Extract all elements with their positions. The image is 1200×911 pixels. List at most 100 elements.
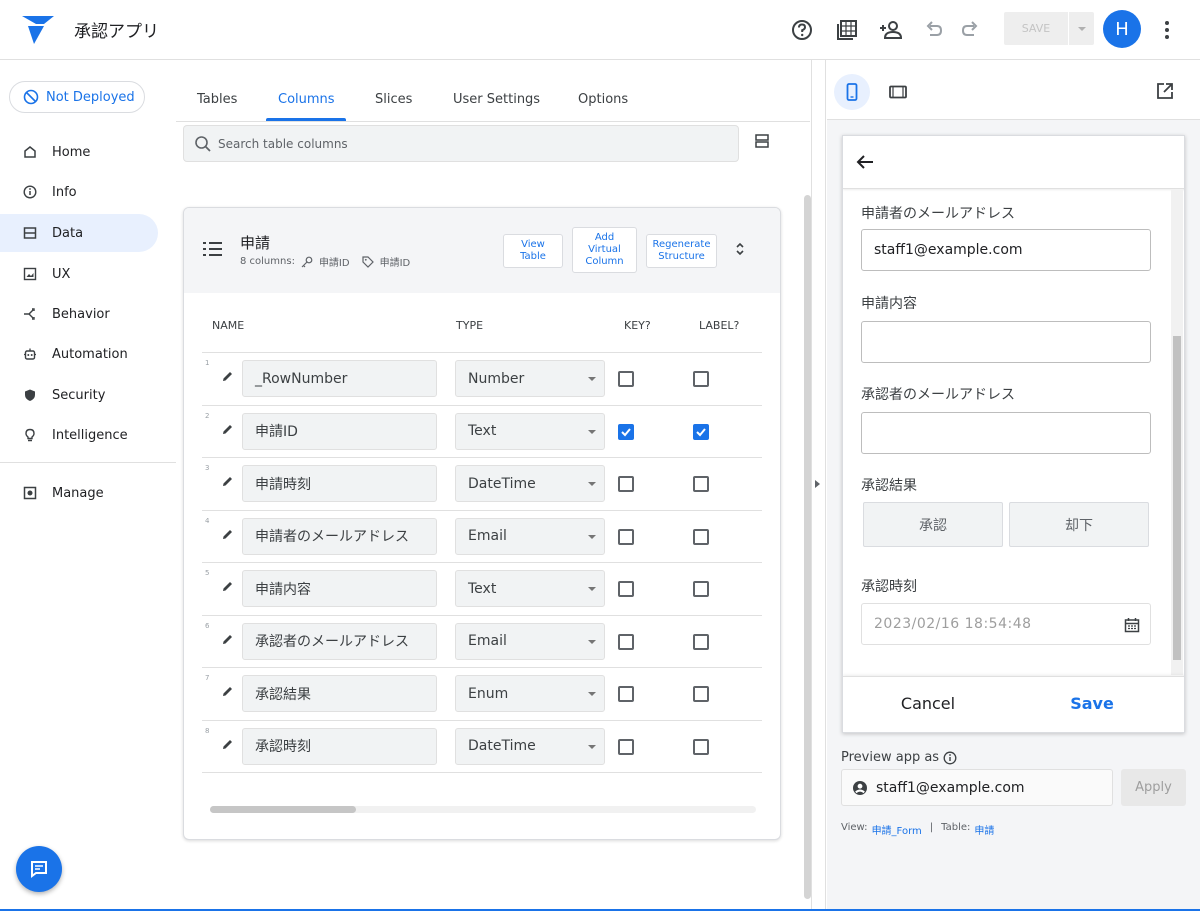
approval-time-field[interactable]: 2023/02/16 18:54:48 — [861, 603, 1151, 645]
avatar[interactable]: H — [1103, 10, 1141, 48]
column-type-select[interactable]: DateTime — [455, 465, 605, 502]
nav-item-behavior[interactable]: Behavior — [0, 295, 158, 333]
apply-button[interactable]: Apply — [1121, 769, 1186, 806]
column-name-field[interactable]: 申請ID — [242, 412, 437, 450]
key-checkbox[interactable] — [618, 528, 634, 545]
nav-item-manage[interactable]: Manage — [0, 474, 158, 512]
reject-option-button[interactable]: 却下 — [1009, 502, 1149, 547]
deploy-status-chip[interactable]: Not Deployed — [9, 81, 145, 113]
label-checkbox[interactable] — [693, 633, 709, 650]
caret-down-icon — [588, 744, 596, 749]
key-checkbox[interactable] — [618, 581, 634, 597]
column-name-field[interactable]: 申請時刻 — [242, 465, 437, 502]
column-name-field[interactable]: 承認時刻 — [242, 727, 437, 765]
search-input[interactable] — [218, 136, 698, 151]
key-checkbox[interactable] — [618, 738, 634, 755]
key-checkbox[interactable] — [618, 423, 634, 440]
editor-tables-icon[interactable] — [833, 16, 861, 44]
regenerate-structure-button[interactable]: Regenerate Structure — [646, 234, 717, 268]
back-arrow-icon[interactable] — [855, 152, 875, 172]
column-name-field[interactable]: 承認結果 — [242, 675, 437, 712]
calendar-icon[interactable] — [1124, 617, 1140, 633]
label-checkbox[interactable] — [693, 738, 709, 755]
edit-pencil-icon[interactable] — [221, 580, 234, 593]
form-scrollbar-thumb[interactable] — [1173, 336, 1181, 660]
form-save-button[interactable]: Save — [1047, 694, 1137, 713]
column-name-field[interactable]: _RowNumber — [242, 360, 437, 397]
column-type-select[interactable]: Number — [455, 360, 605, 397]
open-in-new-icon[interactable] — [1156, 82, 1174, 100]
table-summary: 8 columns: 申請ID 申請ID — [240, 254, 410, 269]
column-type-select[interactable]: Email — [455, 517, 605, 555]
edit-pencil-icon[interactable] — [221, 738, 234, 751]
edit-pencil-icon[interactable] — [221, 633, 234, 646]
preview-user-field[interactable]: staff1@example.com — [841, 769, 1113, 806]
edit-pencil-icon[interactable] — [221, 528, 234, 541]
nav-item-automation[interactable]: Automation — [0, 335, 158, 373]
nav-item-intelligence[interactable]: Intelligence — [0, 416, 158, 454]
tablet-view-button[interactable] — [880, 74, 916, 110]
column-name-field[interactable]: 申請者のメールアドレス — [242, 517, 437, 555]
tab-user-settings[interactable]: User Settings — [453, 92, 540, 107]
column-type-select[interactable]: Enum — [455, 675, 605, 712]
collapse-arrow-icon[interactable] — [815, 480, 820, 488]
view-name-link[interactable]: 申請_Form — [872, 822, 922, 837]
add-user-icon[interactable] — [877, 16, 905, 44]
column-type-select[interactable]: Email — [455, 622, 605, 660]
label-checkbox[interactable] — [693, 686, 709, 702]
nav-item-data[interactable]: Data — [0, 214, 158, 252]
approver-email-field[interactable] — [861, 412, 1151, 454]
label-checkbox[interactable] — [693, 528, 709, 545]
redo-icon[interactable] — [956, 16, 984, 44]
save-button[interactable]: SAVE — [1004, 12, 1068, 45]
save-dropdown-button[interactable] — [1069, 12, 1094, 45]
edit-pencil-icon[interactable] — [221, 475, 234, 488]
key-checkbox[interactable] — [618, 633, 634, 650]
appsheet-logo-icon[interactable] — [22, 16, 54, 44]
label-checkbox[interactable] — [693, 476, 709, 492]
column-type-select[interactable]: Text — [455, 570, 605, 607]
more-vert-icon[interactable] — [1153, 16, 1181, 44]
undo-icon[interactable] — [920, 16, 948, 44]
applicant-email-field[interactable]: staff1@example.com — [861, 229, 1151, 271]
label-checkbox[interactable] — [693, 581, 709, 597]
label-checkbox[interactable] — [693, 371, 709, 387]
approve-option-button[interactable]: 承認 — [863, 502, 1003, 547]
edit-pencil-icon[interactable] — [221, 685, 234, 698]
view-table-button[interactable]: View Table — [503, 234, 563, 268]
help-icon[interactable] — [788, 16, 816, 44]
tab-options[interactable]: Options — [578, 92, 628, 107]
nav-item-security[interactable]: Security — [0, 376, 158, 414]
label-checkbox[interactable] — [693, 423, 709, 440]
main-scrollbar[interactable] — [804, 195, 811, 899]
column-name-field[interactable]: 承認者のメールアドレス — [242, 622, 437, 660]
table-name-link[interactable]: 申請 — [974, 822, 994, 837]
edit-pencil-icon[interactable] — [221, 423, 234, 436]
table-row: 5 申請内容 Text — [202, 562, 762, 614]
expand-collapse-icon[interactable] — [735, 242, 745, 256]
key-checkbox[interactable] — [618, 686, 634, 702]
tab-columns[interactable]: Columns — [278, 92, 335, 107]
edit-pencil-icon[interactable] — [221, 370, 234, 383]
nav-item-info[interactable]: Info — [0, 173, 158, 211]
info-icon[interactable] — [943, 751, 957, 765]
tab-tables[interactable]: Tables — [197, 92, 237, 107]
chat-button[interactable] — [16, 846, 62, 892]
request-content-field[interactable] — [861, 321, 1151, 363]
nav-item-home[interactable]: Home — [0, 133, 158, 171]
horizontal-scrollbar-thumb[interactable] — [210, 806, 356, 813]
preview-as-label: Preview app as — [841, 750, 957, 765]
column-type-select[interactable]: DateTime — [455, 727, 605, 765]
column-name-field[interactable]: 申請内容 — [242, 570, 437, 607]
phone-view-button[interactable] — [834, 74, 870, 110]
key-checkbox[interactable] — [618, 371, 634, 387]
view-toggle-icon[interactable] — [754, 133, 770, 149]
add-virtual-column-button[interactable]: Add Virtual Column — [572, 227, 637, 273]
column-type-select[interactable]: Text — [455, 412, 605, 450]
cancel-button[interactable]: Cancel — [883, 694, 973, 713]
form-label-applicant-email: 申請者のメールアドレス — [861, 206, 1015, 222]
key-checkbox[interactable] — [618, 476, 634, 492]
nav-item-ux[interactable]: UX — [0, 255, 158, 293]
tab-slices[interactable]: Slices — [375, 92, 412, 107]
row-number: 7 — [205, 674, 210, 682]
